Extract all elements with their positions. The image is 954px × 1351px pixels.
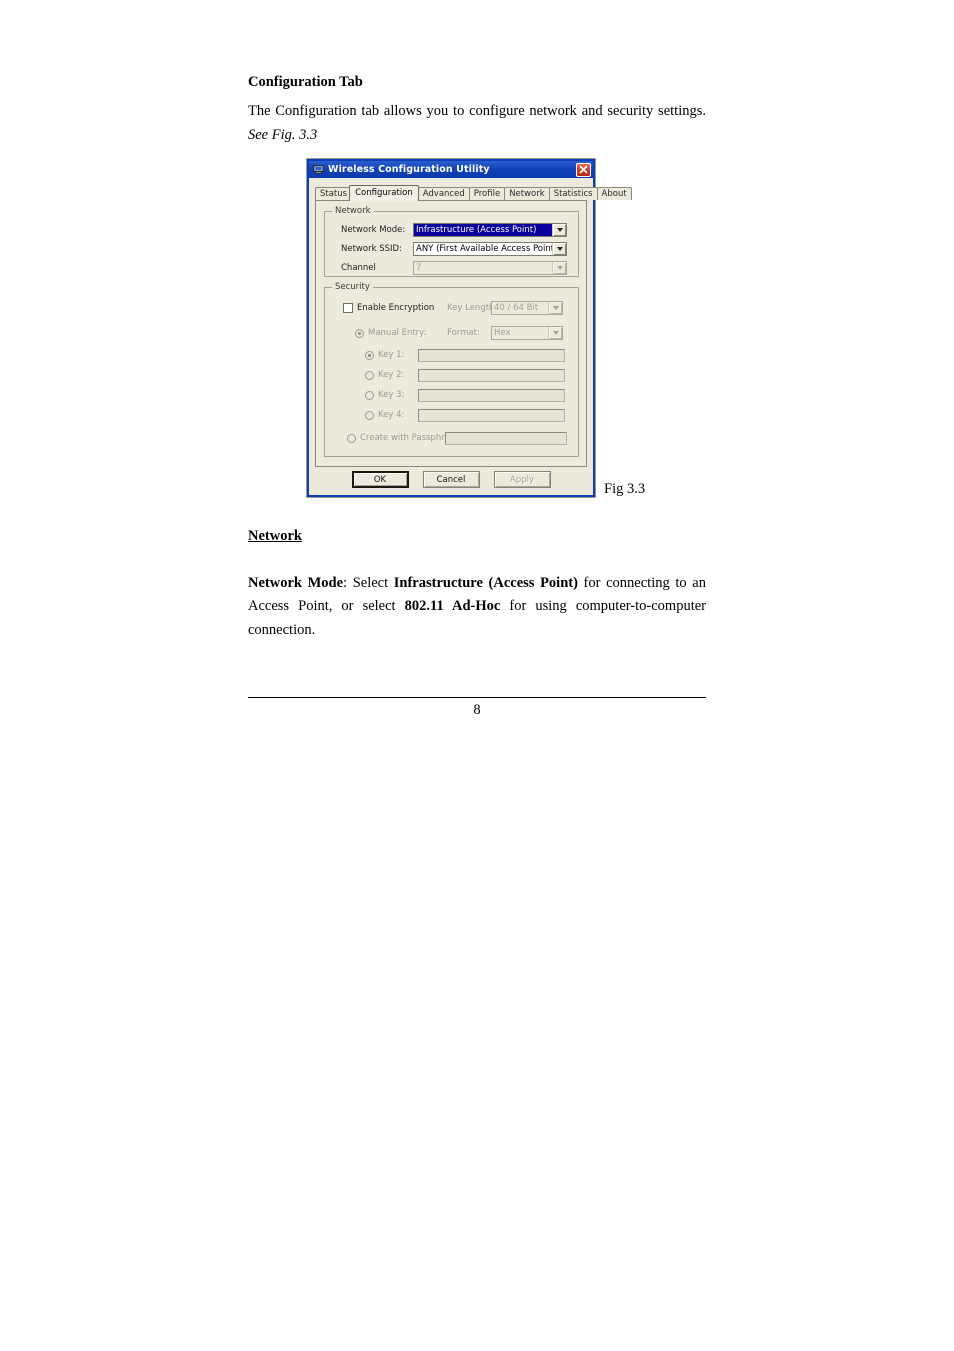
tab-status[interactable]: Status — [315, 187, 353, 200]
cancel-button[interactable]: Cancel — [422, 471, 480, 488]
format-label: Format: — [447, 328, 480, 338]
key2-label: Key 2: — [378, 370, 405, 380]
format-select: Hex — [491, 326, 563, 340]
key-length-select: 40 / 64 Bit — [491, 301, 563, 315]
chevron-down-icon — [548, 302, 562, 314]
chevron-down-icon — [552, 262, 566, 274]
channel-label: Channel — [341, 263, 376, 273]
key-length-row: Key Length: 40 / 64 Bit — [447, 301, 563, 315]
section-heading-network: Network — [248, 528, 302, 544]
configuration-tab-panel: Network Network Mode: Infrastructure (Ac… — [315, 200, 587, 467]
tab-about[interactable]: About — [596, 187, 632, 200]
passphrase-label: Create with Passphrase: — [360, 433, 463, 443]
chevron-down-icon[interactable] — [552, 224, 566, 236]
intro-paragraph: The Configuration tab allows you to conf… — [248, 100, 706, 147]
format-row: Format: Hex — [447, 326, 563, 340]
network-section: Network Network Mode: Select Infrastruct… — [248, 528, 706, 642]
key4-label: Key 4: — [378, 410, 405, 420]
network-ssid-select[interactable]: ANY (First Available Access Point) — [413, 242, 567, 256]
dialog-title: Wireless Configuration Utility — [328, 164, 490, 175]
intro-italic-reference: See Fig. 3.3 — [248, 126, 318, 143]
body-bold-adhoc: 802.11 Ad-Hoc — [404, 598, 501, 615]
network-groupbox: Network Network Mode: Infrastructure (Ac… — [324, 206, 579, 277]
document-text-column: Configuration Tab The Configuration tab … — [248, 0, 706, 147]
network-ssid-row: Network SSID: ANY (First Available Acces… — [341, 242, 567, 256]
figure-caption: Fig 3.3 — [604, 481, 646, 497]
key4-radio — [365, 410, 374, 420]
ok-button[interactable]: OK — [351, 471, 409, 488]
tab-statistics[interactable]: Statistics — [548, 187, 598, 200]
page-number: 8 — [473, 702, 481, 718]
format-value: Hex — [494, 328, 511, 338]
passphrase-radio — [347, 433, 356, 443]
key1-radio — [365, 350, 374, 360]
key1-label: Key 1: — [378, 350, 405, 360]
page-title: Configuration Tab — [248, 74, 363, 90]
passphrase-input — [445, 431, 567, 445]
intro-text: The Configuration tab allows you to conf… — [248, 103, 706, 120]
key2-radio — [365, 370, 374, 380]
key1-row: Key 1: — [365, 348, 565, 362]
channel-select: 7 — [413, 261, 567, 275]
key2-row: Key 2: — [365, 368, 565, 382]
key4-row: Key 4: — [365, 408, 565, 422]
enable-encryption-label: Enable Encryption — [357, 303, 435, 313]
network-ssid-label: Network SSID: — [341, 244, 402, 254]
channel-row: Channel 7 — [341, 261, 567, 275]
key3-radio — [365, 390, 374, 400]
enable-encryption-checkbox[interactable] — [343, 303, 353, 313]
tab-advanced[interactable]: Advanced — [417, 187, 470, 200]
tabstrip: Status Configuration Advanced Profile Ne… — [315, 184, 632, 201]
footer-divider — [248, 697, 706, 698]
security-groupbox-legend: Security — [332, 282, 373, 292]
tab-profile[interactable]: Profile — [468, 187, 506, 200]
key3-label: Key 3: — [378, 390, 405, 400]
channel-value: 7 — [416, 263, 422, 273]
tab-network[interactable]: Network — [504, 187, 550, 200]
wireless-configuration-utility-dialog: Wireless Configuration Utility Status Co… — [307, 159, 632, 497]
body-bold-infrastructure: Infrastructure (Access Point) — [393, 575, 578, 591]
body-part-1: : Select — [343, 575, 394, 591]
key4-input — [418, 408, 565, 422]
key1-input — [418, 348, 565, 362]
key3-row: Key 3: — [365, 388, 565, 402]
key2-input — [418, 368, 565, 382]
network-ssid-value: ANY (First Available Access Point) — [416, 244, 552, 254]
network-mode-paragraph: Network Mode: Select Infrastructure (Acc… — [248, 572, 706, 642]
manual-entry-radio — [355, 328, 364, 338]
network-mode-row: Network Mode: Infrastructure (Access Poi… — [341, 223, 567, 237]
network-mode-value: Infrastructure (Access Point) — [414, 224, 552, 236]
security-groupbox: Security Enable Encryption Key Length: 4… — [324, 282, 579, 457]
dialog-button-row: OK Cancel Apply — [309, 471, 593, 488]
manual-entry-label: Manual Entry: — [368, 328, 427, 338]
enable-encryption-row[interactable]: Enable Encryption — [343, 301, 434, 315]
network-mode-label: Network Mode: — [341, 225, 406, 235]
key3-input — [418, 388, 565, 402]
network-mode-select[interactable]: Infrastructure (Access Point) — [413, 223, 567, 237]
network-mode-term: Network Mode — [248, 575, 344, 591]
manual-entry-row: Manual Entry: — [355, 326, 426, 340]
passphrase-row: Create with Passphrase: — [347, 431, 567, 445]
apply-button: Apply — [493, 471, 551, 488]
chevron-down-icon[interactable] — [552, 243, 566, 255]
tab-configuration[interactable]: Configuration — [349, 185, 419, 201]
network-groupbox-legend: Network — [332, 206, 374, 216]
figure-3-3: Wireless Configuration Utility Status Co… — [307, 159, 707, 504]
key-length-value: 40 / 64 Bit — [494, 303, 539, 313]
chevron-down-icon — [548, 327, 562, 339]
computer-icon — [313, 165, 324, 174]
key-length-label: Key Length: — [447, 303, 498, 313]
close-icon[interactable] — [576, 162, 591, 177]
dialog-titlebar: Wireless Configuration Utility — [309, 161, 593, 178]
